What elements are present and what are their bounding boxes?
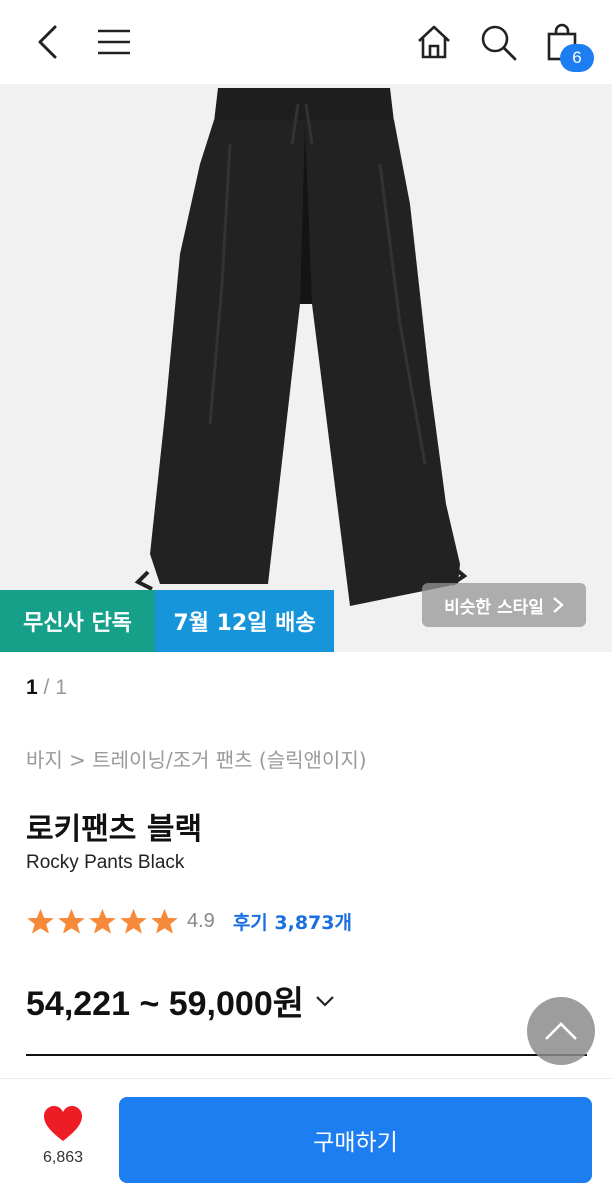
delivery-date-tag: 7월 12일 배송 xyxy=(155,590,334,652)
rating-score: 4.9 xyxy=(187,909,215,932)
buy-button[interactable]: 구매하기 xyxy=(119,1097,592,1183)
pager-current: 1 xyxy=(26,676,38,699)
star-icon xyxy=(151,908,178,934)
star-icon xyxy=(27,908,54,934)
similar-style-label: 비슷한 스타일 xyxy=(444,597,544,618)
bottom-action-bar: 6,863 구매하기 xyxy=(0,1078,612,1200)
chevron-down-icon xyxy=(316,995,334,1007)
similar-style-button[interactable]: 비슷한 스타일 xyxy=(422,583,586,627)
scroll-to-top-button[interactable] xyxy=(527,997,595,1065)
image-pager: 1 / 1 xyxy=(26,676,67,700)
price-range: 54,221 ~ 59,000원 xyxy=(26,985,305,1023)
product-title-english: Rocky Pants Black xyxy=(26,852,185,873)
hamburger-menu-icon xyxy=(98,29,130,55)
like-count: 6,863 xyxy=(42,1149,84,1166)
pager-total: / 1 xyxy=(43,676,67,699)
breadcrumb[interactable]: 바지 > 트레이닝/조거 팬츠 (슬릭앤이지) xyxy=(26,744,367,773)
pants-illustration xyxy=(134,88,468,606)
cart-count-badge: 6 xyxy=(560,44,594,72)
exclusive-tag: 무신사 단독 xyxy=(0,590,155,652)
rating-row: 4.9 후기 3,873개 xyxy=(26,905,352,937)
star-icon xyxy=(89,908,116,934)
home-button[interactable] xyxy=(410,18,458,66)
chevron-right-icon xyxy=(553,597,564,613)
top-navigation-bar: 6 xyxy=(0,0,612,84)
star-icon xyxy=(120,908,147,934)
star-icon xyxy=(58,908,85,934)
chevron-up-icon xyxy=(545,1022,577,1040)
back-button[interactable] xyxy=(24,18,72,66)
star-rating xyxy=(26,907,179,936)
heart-icon xyxy=(44,1106,82,1141)
home-icon xyxy=(418,25,450,59)
product-title: 로키팬츠 블랙 xyxy=(26,812,203,847)
product-image[interactable] xyxy=(0,84,612,652)
chevron-left-icon xyxy=(38,25,57,59)
like-button[interactable]: 6,863 xyxy=(22,1105,104,1185)
divider xyxy=(26,1054,587,1056)
search-button[interactable] xyxy=(474,18,522,66)
menu-button[interactable] xyxy=(90,18,138,66)
price-dropdown[interactable]: 54,221 ~ 59,000원 xyxy=(26,976,336,1025)
reviews-link[interactable]: 후기 3,873개 xyxy=(233,908,352,935)
search-icon xyxy=(481,25,517,61)
